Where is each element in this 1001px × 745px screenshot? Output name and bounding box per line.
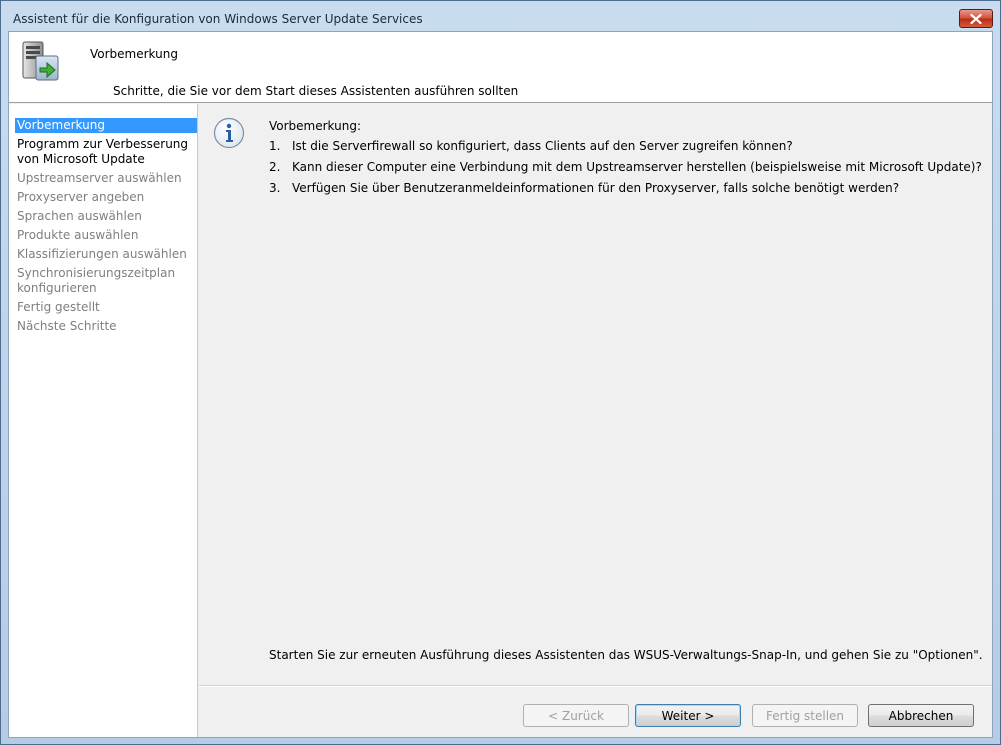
intro-text: Vorbemerkung: xyxy=(269,119,362,133)
window-title: Assistent für die Konfiguration von Wind… xyxy=(13,12,423,26)
page-subtitle: Schritte, die Sie vor dem Start dieses A… xyxy=(113,84,519,98)
cancel-button[interactable]: Abbrechen xyxy=(868,704,974,727)
button-divider xyxy=(199,685,992,687)
close-icon xyxy=(970,13,982,24)
step-text: Kann dieser Computer eine Verbindung mit… xyxy=(292,160,982,174)
step-item: 2. Kann dieser Computer eine Verbindung m… xyxy=(269,160,982,174)
sidebar-item-naechste-schritte: Nächste Schritte xyxy=(17,319,117,333)
wizard-step-list: Vorbemerkung Programm zur Verbesserung v… xyxy=(9,104,198,737)
sidebar-item-upstreamserver: Upstreamserver auswählen xyxy=(17,171,182,185)
sidebar-item-vorbemerkung[interactable]: Vorbemerkung xyxy=(15,118,197,133)
step-text: Ist die Serverfirewall so konfiguriert, … xyxy=(292,139,793,153)
sidebar-item-produkte: Produkte auswählen xyxy=(17,228,139,242)
wizard-client-area: Vorbemerkung Schritte, die Sie vor dem S… xyxy=(8,31,993,738)
next-button[interactable]: Weiter > xyxy=(635,704,741,727)
step-number: 3. xyxy=(269,181,281,195)
step-text: Verfügen Sie über Benutzeranmeldeinforma… xyxy=(292,181,900,195)
sidebar-item-fertig-gestellt: Fertig gestellt xyxy=(17,300,100,314)
wizard-content: Vorbemerkung: 1. Ist die Serverfirewall s… xyxy=(199,104,992,737)
sidebar-item-programm-verbesserung[interactable]: Programm zur Verbesserung von Microsoft … xyxy=(15,137,197,167)
info-icon xyxy=(213,117,245,149)
step-item: 1. Ist die Serverfirewall so konfiguriert… xyxy=(269,139,793,153)
footer-note: Starten Sie zur erneuten Ausführung dies… xyxy=(269,648,983,662)
wizard-header: Vorbemerkung Schritte, die Sie vor dem S… xyxy=(9,32,992,103)
close-button[interactable] xyxy=(959,9,993,28)
sidebar-item-klassifizierungen: Klassifizierungen auswählen xyxy=(17,247,187,261)
step-item: 3. Verfügen Sie über Benutzeranmeldeinfor… xyxy=(269,181,899,195)
step-number: 1. xyxy=(269,139,281,153)
sidebar-item-sprachen: Sprachen auswählen xyxy=(17,209,142,223)
page-title: Vorbemerkung xyxy=(90,47,178,61)
sidebar-item-proxyserver: Proxyserver angeben xyxy=(17,190,145,204)
sidebar-item-synchronisierungszeitplan: Synchronisierungszeitplan konfigurieren xyxy=(17,266,176,295)
back-button[interactable]: < Zurück xyxy=(523,704,629,727)
server-update-icon xyxy=(22,41,59,81)
title-bar[interactable]: Assistent für die Konfiguration von Wind… xyxy=(1,1,1000,31)
wizard-window: Assistent für die Konfiguration von Wind… xyxy=(0,0,1001,745)
step-number: 2. xyxy=(269,160,281,174)
finish-button[interactable]: Fertig stellen xyxy=(752,704,858,727)
